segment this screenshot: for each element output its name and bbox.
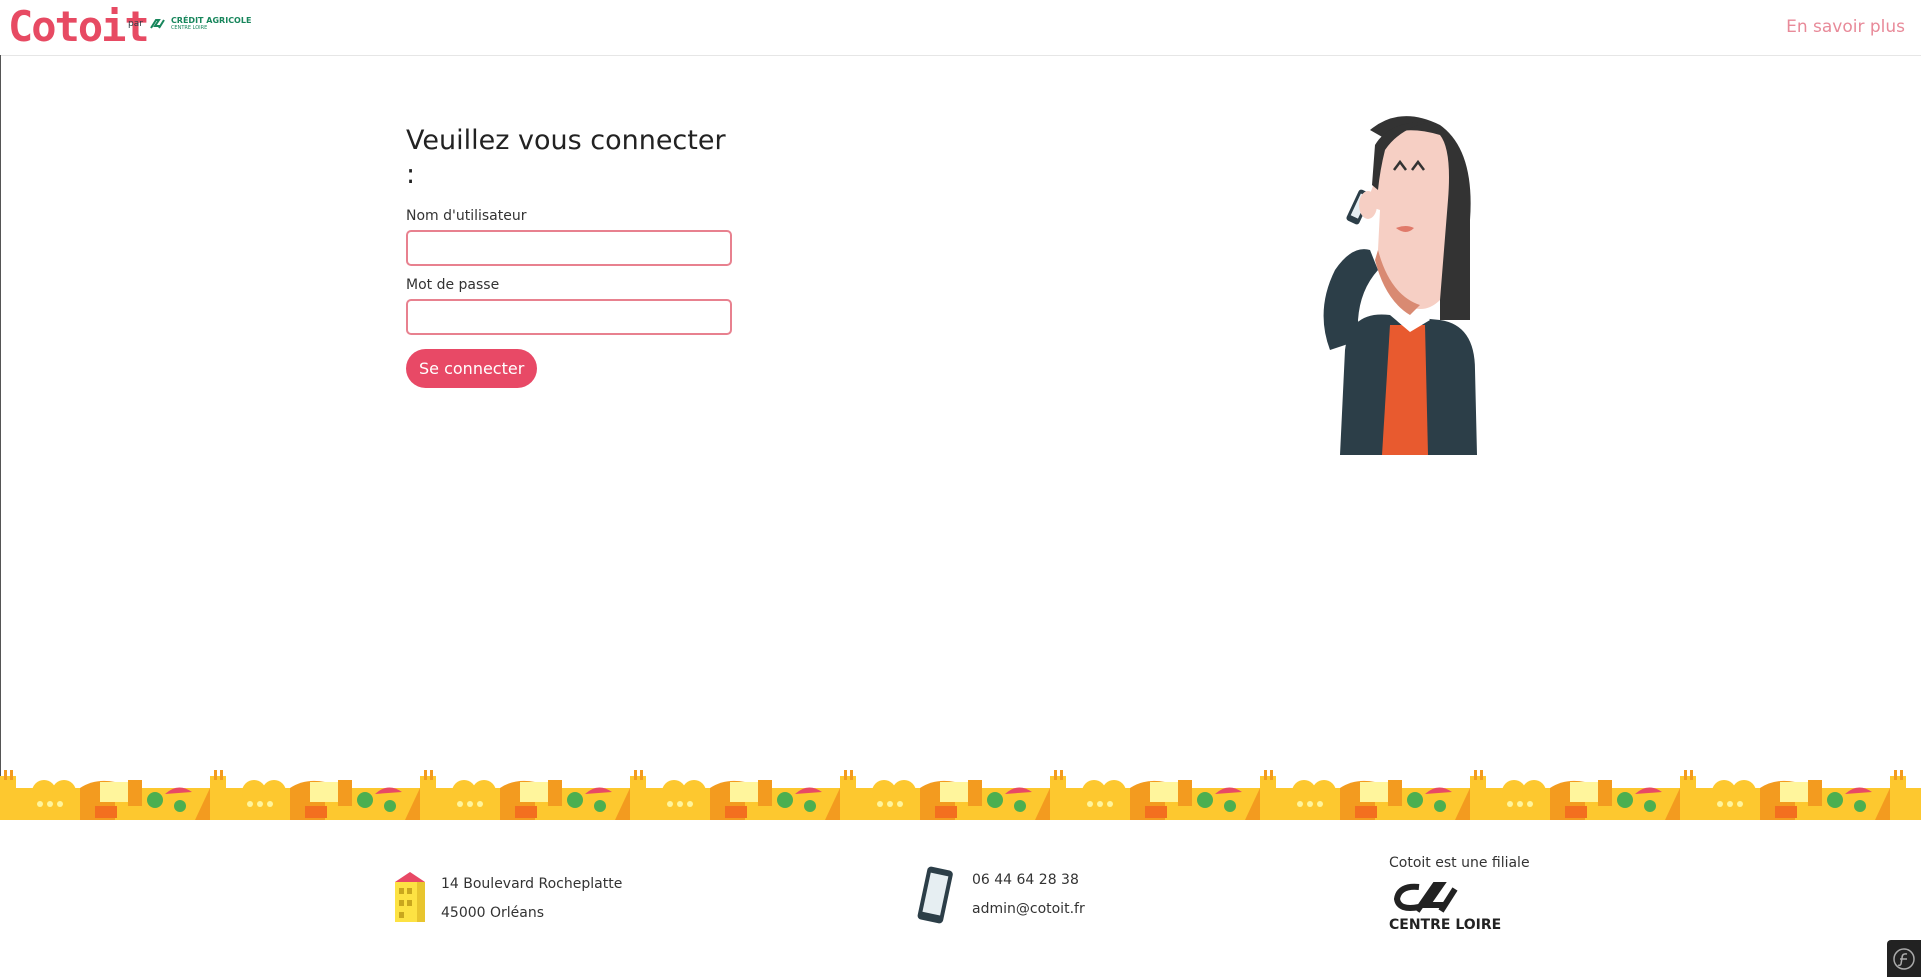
footer-address: 14 Boulevard Rocheplatte 45000 Orléans [393,870,622,928]
username-input[interactable] [406,230,732,266]
ca-mini-icon [150,19,165,29]
login-title: Veuillez vous connecter : [406,125,726,190]
phone-number: 06 44 64 28 38 [972,872,1079,888]
logo-text: Cotoit [8,2,150,51]
character-illustration [1323,116,1477,455]
email-address[interactable]: admin@cotoit.fr [972,895,1085,924]
par-text: par [128,19,143,29]
en-savoir-plus-link[interactable]: En savoir plus [1786,17,1905,37]
login-button[interactable]: Se connecter [406,349,538,388]
symfony-debug-toolbar-toggle[interactable] [1887,940,1921,977]
footer-filiale: Cotoit est une filiale CENTRE LOIRE [1389,855,1530,933]
symfony-icon [1893,947,1915,970]
address-line-1: 14 Boulevard Rocheplatte [441,876,623,892]
footer-contact: 06 44 64 28 38 admin@cotoit.fr [912,866,1085,926]
credit-agricole-logo[interactable]: CENTRE LOIRE [1389,881,1530,933]
ca-name: CENTRE LOIRE [1389,917,1502,933]
cotoit-logo[interactable]: Cotoit [8,2,150,51]
partner-sub: CENTRE LOIRE [170,25,208,31]
smartphone-icon [917,866,953,924]
credit-agricole-mini-logo: CRÉDIT AGRICOLE CENTRE LOIRE [149,17,251,31]
ca-logo-icon [1393,882,1458,913]
filiale-text: Cotoit est une filiale [1389,855,1530,871]
top-navbar: Cotoit par CRÉDIT AGRICOLE CENTRE LOIRE … [0,0,1921,56]
username-label: Nom d'utilisateur [406,208,527,224]
address-line-2: 45000 Orléans [441,905,545,921]
partner-name: CRÉDIT AGRICOLE [170,16,252,25]
password-label: Mot de passe [406,277,500,293]
building-icon [395,872,425,922]
town-skyline-banner [0,770,1921,820]
password-input[interactable] [406,299,732,335]
partner-block: par CRÉDIT AGRICOLE CENTRE LOIRE [128,17,251,32]
login-form: Veuillez vous connecter : Nom d'utilisat… [406,124,736,388]
